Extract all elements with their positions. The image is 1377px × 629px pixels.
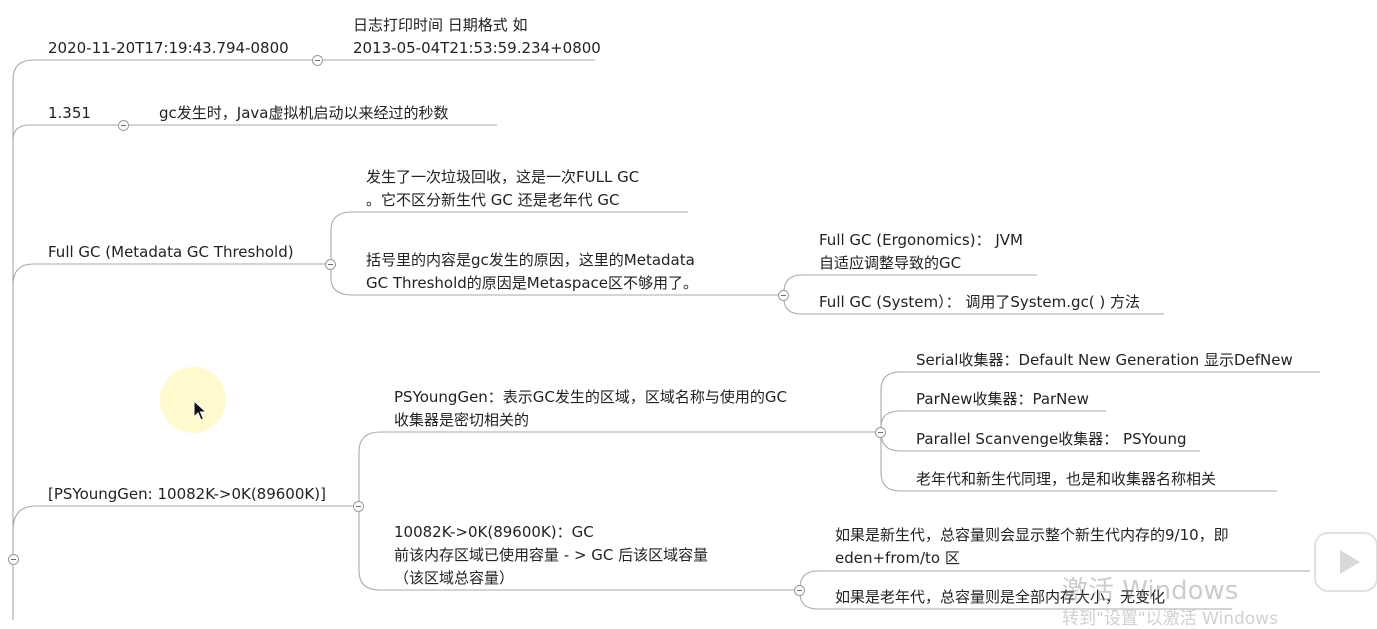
node-new-gen-total[interactable]: 如果是新生代，总容量则会显示整个新生代内存的9/10，即 eden+from/t… xyxy=(835,524,1229,570)
node-fullgc-desc2-line2: GC Threshold的原因是Metaspace区不够用了。 xyxy=(366,274,699,292)
node-new-gen-total-line1: 如果是新生代，总容量则会显示整个新生代内存的9/10，即 xyxy=(835,526,1229,544)
node-capacity-line3: （该区域总容量） xyxy=(394,569,515,587)
node-timestamp-desc-line2: 2013-05-04T21:53:59.234+0800 xyxy=(353,39,601,57)
node-capacity-line1: 10082K->0K(89600K)：GC xyxy=(394,523,594,541)
psyoung-child1-line xyxy=(358,431,881,506)
collapse-uptime-icon[interactable] xyxy=(118,120,129,131)
collapse-root-icon[interactable] xyxy=(8,554,19,565)
node-old-gen[interactable]: 老年代和新生代同理，也是和收集器名称相关 xyxy=(916,468,1216,491)
arrow-cursor-icon xyxy=(193,400,207,421)
node-capacity-line2: 前该内存区域已使用容量 - > GC 后该区域容量 xyxy=(394,546,709,564)
collapse-collectors-icon[interactable] xyxy=(875,427,886,438)
node-ergonomics-line2: 自适应调整导致的GC xyxy=(819,254,962,272)
node-fullgc-desc1-line2: 。它不区分新生代 GC 还是老年代 GC xyxy=(366,191,620,209)
branch-psyoung-line xyxy=(12,505,359,531)
node-fullgc-desc1[interactable]: 发生了一次垃圾回收，这是一次FULL GC 。它不区分新生代 GC 还是老年代 … xyxy=(366,166,639,212)
node-ergonomics[interactable]: Full GC (Ergonomics)： JVM 自适应调整导致的GC xyxy=(819,229,1023,275)
node-uptime-desc[interactable]: gc发生时，Java虚拟机启动以来经过的秒数 xyxy=(159,102,448,125)
node-serial[interactable]: Serial收集器：Default New Generation 显示DefNe… xyxy=(916,349,1293,372)
node-fullgc-desc2[interactable]: 括号里的内容是gc发生的原因，这里的Metadata GC Threshold的… xyxy=(366,249,698,295)
node-ergonomics-line1: Full GC (Ergonomics)： JVM xyxy=(819,231,1023,249)
node-system-gc[interactable]: Full GC (System）： 调用了System.gc( ) 方法 xyxy=(819,291,1140,314)
node-psyoung-desc-line2: 收集器是密切相关的 xyxy=(394,411,530,429)
collapse-fullgc-icon[interactable] xyxy=(325,259,336,270)
collapse-capacity-icon[interactable] xyxy=(794,585,805,596)
node-psyoung-desc[interactable]: PSYoungGen：表示GC发生的区域，区域名称与使用的GC 收集器是密切相关… xyxy=(394,386,787,432)
node-uptime[interactable]: 1.351 xyxy=(48,102,91,125)
node-capacity[interactable]: 10082K->0K(89600K)：GC 前该内存区域已使用容量 - > GC… xyxy=(394,521,708,590)
branch-fullgc-line xyxy=(12,263,331,286)
activation-watermark-sub: 转到"设置"以激活 Windows xyxy=(1062,609,1278,629)
node-fullgc-desc2-line1: 括号里的内容是gc发生的原因，这里的Metadata xyxy=(366,251,695,269)
node-new-gen-total-line2: eden+from/to 区 xyxy=(835,549,960,567)
branch-uptime-line xyxy=(12,124,124,141)
collapse-cause-icon[interactable] xyxy=(778,290,789,301)
collapse-psyoung-icon[interactable] xyxy=(353,501,364,512)
node-timestamp-desc-line1: 日志打印时间 日期格式 如 xyxy=(353,16,528,34)
node-parallel[interactable]: Parallel Scanvenge收集器： PSYoung xyxy=(916,428,1186,451)
node-timestamp-desc[interactable]: 日志打印时间 日期格式 如 2013-05-04T21:53:59.234+08… xyxy=(353,14,601,60)
activation-watermark: 激活 Windows xyxy=(1062,576,1239,606)
node-psyounggen[interactable]: [PSYoungGen: 10082K->0K(89600K)] xyxy=(48,483,326,506)
node-fullgc[interactable]: Full GC (Metadata GC Threshold) xyxy=(48,241,294,264)
root-trunk-line xyxy=(12,59,318,620)
collapse-timestamp-icon[interactable] xyxy=(312,55,323,66)
play-icon[interactable] xyxy=(1314,532,1377,592)
node-psyoung-desc-line1: PSYoungGen：表示GC发生的区域，区域名称与使用的GC xyxy=(394,388,788,406)
node-timestamp[interactable]: 2020-11-20T17:19:43.794-0800 xyxy=(48,37,289,60)
node-fullgc-desc1-line1: 发生了一次垃圾回收，这是一次FULL GC xyxy=(366,168,640,186)
node-parnew[interactable]: ParNew收集器：ParNew xyxy=(916,388,1089,411)
